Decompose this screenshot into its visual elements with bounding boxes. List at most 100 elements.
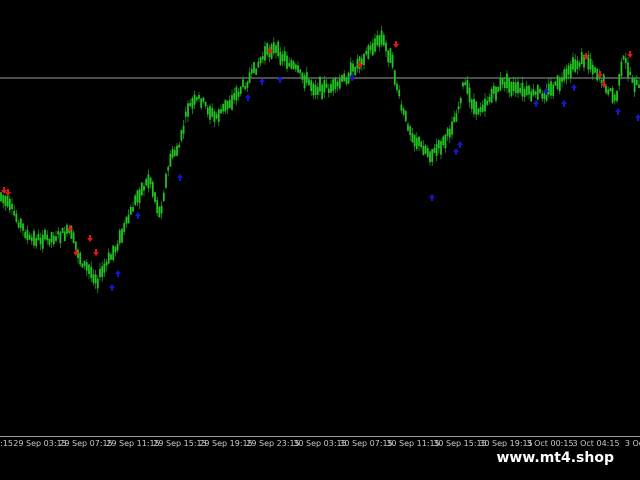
candle-body bbox=[393, 70, 396, 85]
candle-body bbox=[101, 266, 104, 278]
candle-body bbox=[44, 229, 46, 240]
candle-body bbox=[127, 214, 130, 224]
candle-body bbox=[286, 55, 288, 69]
candle-body bbox=[622, 55, 625, 60]
candle-body bbox=[63, 231, 66, 241]
candle-body bbox=[132, 207, 134, 212]
candle-body bbox=[488, 96, 491, 102]
candle-body bbox=[506, 73, 508, 89]
candle-body bbox=[396, 83, 398, 91]
buy-arrow-icon bbox=[177, 174, 183, 181]
candle-body bbox=[24, 232, 27, 239]
candle-body bbox=[112, 245, 115, 260]
candle-body bbox=[37, 233, 40, 241]
candle-body bbox=[125, 216, 128, 224]
candle-body bbox=[556, 75, 559, 89]
candle-body bbox=[380, 30, 383, 45]
candle-body bbox=[253, 61, 255, 73]
candle-body bbox=[473, 98, 475, 114]
candle-body bbox=[501, 77, 504, 85]
time-tick-label: 29 Sep 11:15 bbox=[106, 439, 160, 448]
candle-body bbox=[165, 173, 167, 188]
candle-body bbox=[528, 85, 530, 95]
candle-body bbox=[321, 84, 324, 100]
candle-body bbox=[561, 77, 563, 82]
candle-body bbox=[193, 94, 196, 105]
candle-body bbox=[217, 109, 220, 122]
candle-body bbox=[525, 85, 528, 95]
candle-body bbox=[292, 61, 295, 69]
time-tick-label: 29 Sep 23:15 bbox=[246, 439, 300, 448]
candle-body bbox=[272, 42, 275, 54]
candle-body bbox=[356, 59, 359, 69]
candle-body bbox=[415, 137, 418, 149]
candle-body bbox=[552, 84, 555, 97]
buy-arrow-icon bbox=[135, 212, 141, 219]
candle-body bbox=[6, 195, 9, 207]
candle-body bbox=[303, 75, 306, 89]
candle-body bbox=[413, 134, 416, 147]
price-chart[interactable] bbox=[0, 0, 640, 436]
candle-body bbox=[202, 97, 205, 102]
candle-body bbox=[261, 56, 264, 60]
candle-body bbox=[224, 99, 227, 112]
candle-body bbox=[145, 179, 148, 186]
candle-body bbox=[143, 185, 145, 191]
candle-body bbox=[323, 80, 326, 93]
candle-body bbox=[52, 235, 55, 245]
candle-body bbox=[158, 206, 161, 218]
candle-body bbox=[22, 223, 24, 231]
candle-body bbox=[85, 262, 88, 271]
candle-body bbox=[35, 237, 38, 247]
candle-body bbox=[246, 81, 249, 88]
candle-body bbox=[635, 79, 638, 86]
candle-body bbox=[426, 148, 429, 157]
candle-body bbox=[200, 98, 203, 108]
candle-body bbox=[457, 106, 460, 110]
candle-body bbox=[83, 260, 86, 266]
candle-body bbox=[437, 140, 440, 149]
candle-body bbox=[226, 100, 229, 110]
buy-arrow-icon bbox=[115, 270, 121, 277]
candle-body bbox=[312, 83, 315, 96]
candle-body bbox=[352, 63, 354, 72]
candle-body bbox=[0, 192, 2, 202]
candle-body bbox=[277, 41, 280, 56]
candle-body bbox=[129, 206, 132, 215]
candle-body bbox=[486, 100, 489, 105]
candle-body bbox=[411, 133, 414, 143]
candle-body bbox=[55, 236, 57, 241]
candle-body bbox=[404, 110, 407, 122]
candle-body bbox=[17, 222, 20, 228]
candle-body bbox=[554, 81, 557, 86]
buy-arrow-icon bbox=[277, 76, 283, 83]
candle-body bbox=[110, 254, 112, 260]
candle-body bbox=[479, 107, 482, 113]
candle-body bbox=[195, 97, 198, 101]
candle-body bbox=[475, 101, 478, 115]
candle-body bbox=[611, 88, 614, 103]
candle-body bbox=[50, 232, 53, 243]
buy-arrow-icon bbox=[457, 141, 463, 148]
candle-body bbox=[459, 98, 462, 104]
candle-body bbox=[550, 81, 552, 96]
candle-body bbox=[46, 234, 49, 241]
candle-body bbox=[605, 85, 607, 93]
candle-body bbox=[609, 88, 612, 92]
candle-body bbox=[299, 69, 302, 74]
time-tick-label: 29 Sep 19:15 bbox=[199, 439, 253, 448]
candle-body bbox=[455, 113, 458, 122]
candle-body bbox=[338, 78, 341, 89]
candle-body bbox=[242, 79, 244, 88]
candle-body bbox=[620, 61, 623, 77]
candle-body bbox=[248, 72, 251, 83]
candle-body bbox=[26, 229, 29, 240]
candle-body bbox=[499, 77, 502, 91]
sell-arrow-icon bbox=[93, 249, 99, 256]
buy-arrow-icon bbox=[109, 284, 115, 291]
candle-body bbox=[257, 61, 260, 68]
candle-body bbox=[629, 71, 632, 76]
candle-body bbox=[563, 69, 566, 81]
candle-body bbox=[308, 79, 310, 86]
candle-body bbox=[259, 57, 262, 64]
